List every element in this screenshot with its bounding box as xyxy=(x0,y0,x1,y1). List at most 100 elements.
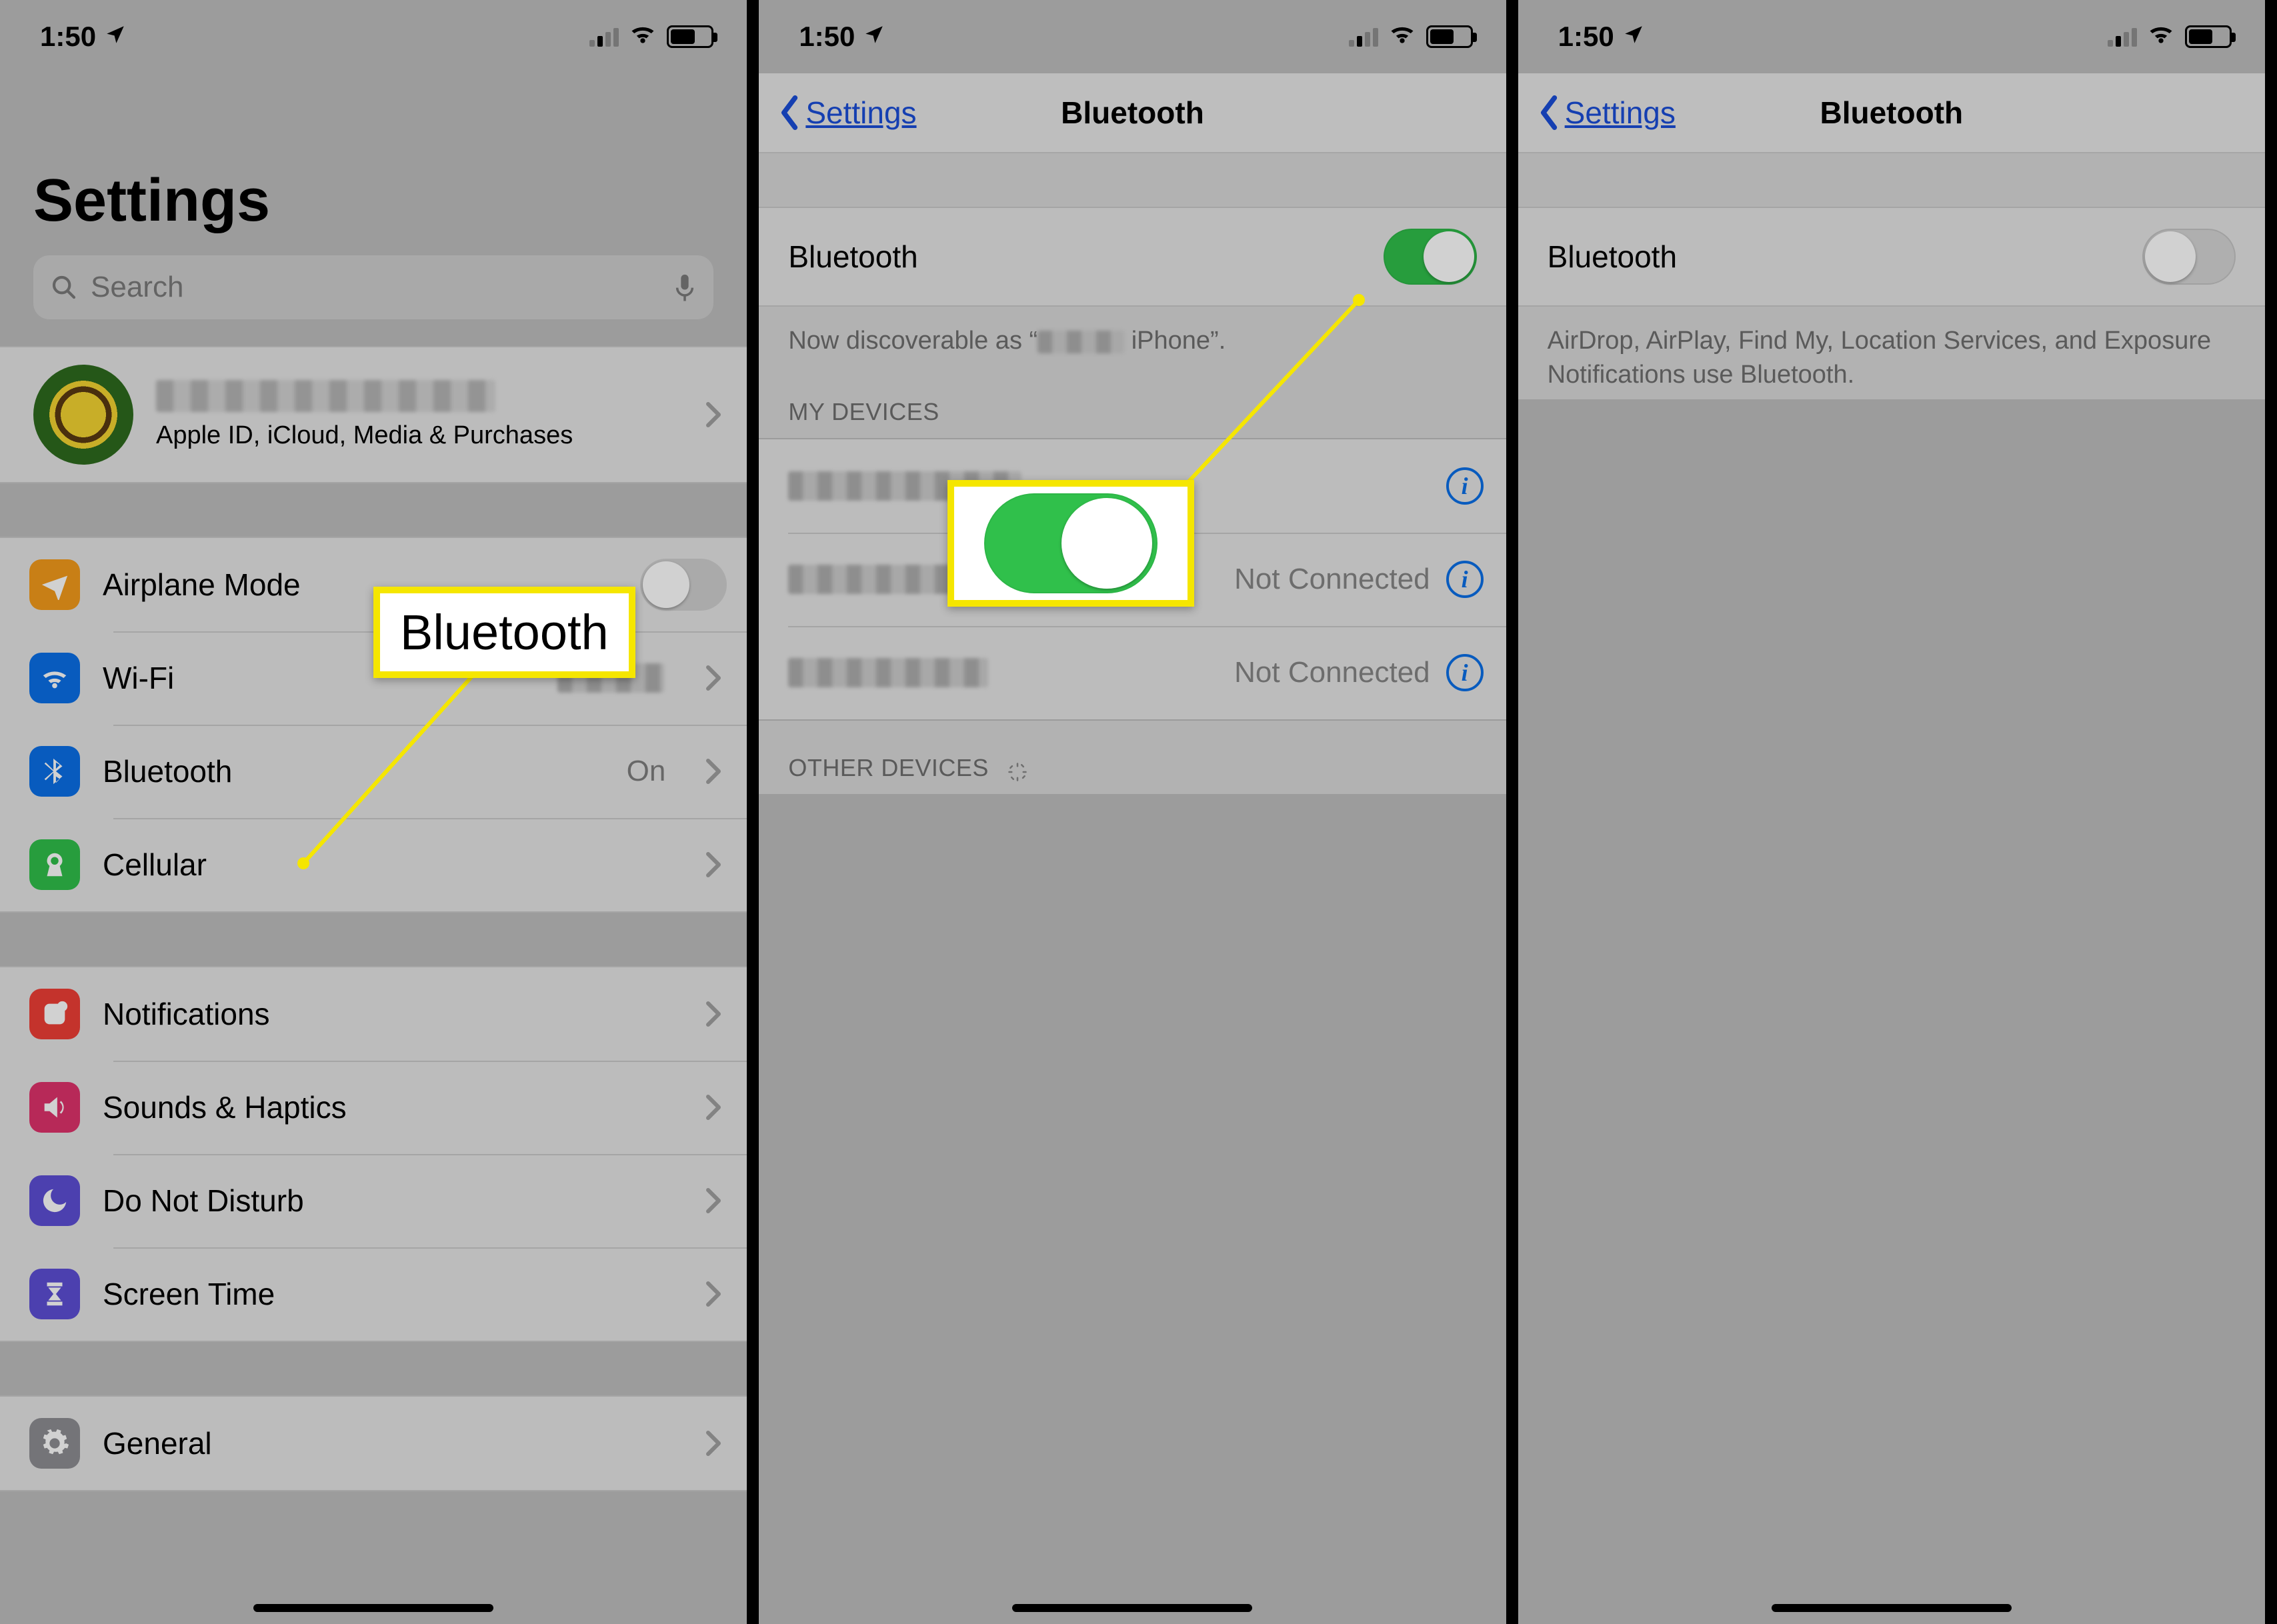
airplane-switch[interactable] xyxy=(640,559,727,611)
nav-bar: Settings Bluetooth xyxy=(759,73,1506,153)
info-icon[interactable]: i xyxy=(1446,654,1484,691)
cellular-icon xyxy=(29,839,80,890)
pane-bluetooth-off: 1:50 Settings Bluetooth Bluetooth AirDro… xyxy=(1518,0,2277,1624)
settings-group-general: General xyxy=(0,1395,747,1491)
content: Bluetooth Now discoverable as “ iPhone”.… xyxy=(759,153,1506,794)
row-cellular[interactable]: Cellular xyxy=(0,818,747,911)
discoverable-note: Now discoverable as “ iPhone”. xyxy=(759,307,1506,365)
avatar xyxy=(33,365,133,465)
wifi-icon xyxy=(628,19,657,55)
battery-icon xyxy=(1426,25,1473,48)
status-bar: 1:50 xyxy=(0,0,747,73)
location-icon xyxy=(863,21,885,53)
chevron-right-icon xyxy=(700,1430,727,1457)
callout-bluetooth-label: Bluetooth xyxy=(373,587,635,678)
home-indicator[interactable] xyxy=(1772,1604,2012,1612)
chevron-right-icon xyxy=(700,1094,727,1121)
bluetooth-off-note: AirDrop, AirPlay, Find My, Location Serv… xyxy=(1518,307,2265,399)
row-label: Cellular xyxy=(103,847,677,883)
my-devices-header: MY DEVICES xyxy=(759,365,1506,438)
row-bluetooth[interactable]: Bluetooth On xyxy=(0,725,747,818)
chevron-right-icon xyxy=(700,1001,727,1027)
back-button[interactable]: Settings xyxy=(779,95,916,131)
bluetooth-value: On xyxy=(627,755,666,788)
switch-on-graphic xyxy=(984,493,1158,593)
chevron-left-icon xyxy=(779,95,801,130)
bluetooth-switch[interactable] xyxy=(2142,229,2236,285)
bluetooth-switch[interactable] xyxy=(1384,229,1477,285)
device-name-redacted xyxy=(788,658,988,687)
row-label: Sounds & Haptics xyxy=(103,1089,677,1125)
status-time: 1:50 xyxy=(1558,21,1614,53)
row-sounds[interactable]: Sounds & Haptics xyxy=(0,1061,747,1154)
gear-icon xyxy=(29,1418,80,1469)
bluetooth-toggle-row: Bluetooth xyxy=(1518,207,2265,307)
pane-bluetooth-on: 1:50 Settings Bluetooth Bluetooth Now di… xyxy=(759,0,1518,1624)
wifi-icon xyxy=(2146,19,2176,55)
search-input[interactable]: Search xyxy=(33,255,713,319)
back-label: Settings xyxy=(1565,95,1676,131)
callout-bluetooth-switch xyxy=(947,480,1194,607)
home-indicator[interactable] xyxy=(253,1604,493,1612)
chevron-right-icon xyxy=(700,401,727,428)
profile-name-redacted xyxy=(156,380,495,412)
row-dnd[interactable]: Do Not Disturb xyxy=(0,1154,747,1247)
row-general[interactable]: General xyxy=(0,1397,747,1490)
bluetooth-icon xyxy=(29,746,80,797)
chevron-right-icon xyxy=(700,1281,727,1307)
row-label: Notifications xyxy=(103,996,677,1032)
pane-settings-root: 1:50 Settings Search Apple ID, xyxy=(0,0,759,1624)
callout-text: Bluetooth xyxy=(400,604,609,661)
screentime-icon xyxy=(29,1269,80,1319)
other-devices-header: OTHER DEVICES xyxy=(759,721,1506,794)
battery-icon xyxy=(667,25,713,48)
status-time: 1:50 xyxy=(799,21,855,53)
row-label: General xyxy=(103,1425,677,1461)
home-indicator[interactable] xyxy=(1012,1604,1252,1612)
chevron-right-icon xyxy=(700,758,727,785)
back-label: Settings xyxy=(805,95,916,131)
content: Bluetooth AirDrop, AirPlay, Find My, Loc… xyxy=(1518,153,2265,399)
wifi-icon xyxy=(1388,19,1417,55)
bluetooth-toggle-row: Bluetooth xyxy=(759,207,1506,307)
bluetooth-toggle-label: Bluetooth xyxy=(1548,239,2142,275)
chevron-right-icon xyxy=(700,665,727,691)
info-icon[interactable]: i xyxy=(1446,467,1484,505)
chevron-right-icon xyxy=(700,1187,727,1214)
row-label: Screen Time xyxy=(103,1276,677,1312)
profile-subtitle: Apple ID, iCloud, Media & Purchases xyxy=(156,421,677,450)
search-icon xyxy=(51,274,77,301)
settings-title: Settings xyxy=(0,73,747,255)
nav-bar: Settings Bluetooth xyxy=(1518,73,2265,153)
info-icon[interactable]: i xyxy=(1446,561,1484,598)
cellular-signal-icon xyxy=(589,27,619,47)
cellular-signal-icon xyxy=(2108,27,2137,47)
device-status: Not Connected xyxy=(1234,656,1430,689)
chevron-left-icon xyxy=(1538,95,1561,130)
cellular-signal-icon xyxy=(1349,27,1378,47)
back-button[interactable]: Settings xyxy=(1538,95,1676,131)
battery-icon xyxy=(2185,25,2232,48)
dnd-icon xyxy=(29,1175,80,1226)
status-time: 1:50 xyxy=(40,21,96,53)
device-name-redacted xyxy=(1037,331,1124,353)
row-screentime[interactable]: Screen Time xyxy=(0,1247,747,1341)
device-row[interactable]: Not Connected i xyxy=(759,626,1506,719)
chevron-right-icon xyxy=(700,851,727,878)
notifications-icon xyxy=(29,989,80,1039)
bluetooth-toggle-label: Bluetooth xyxy=(788,239,1383,275)
spinner-icon xyxy=(1007,760,1027,780)
airplane-icon xyxy=(29,559,80,610)
wifi-settings-icon xyxy=(29,653,80,703)
status-bar: 1:50 xyxy=(1518,0,2265,73)
settings-group-alerts: Notifications Sounds & Haptics Do Not Di… xyxy=(0,966,747,1342)
search-placeholder: Search xyxy=(91,271,660,304)
location-icon xyxy=(1622,21,1645,53)
row-notifications[interactable]: Notifications xyxy=(0,967,747,1061)
apple-id-row[interactable]: Apple ID, iCloud, Media & Purchases xyxy=(0,346,747,483)
sounds-icon xyxy=(29,1082,80,1133)
device-status: Not Connected xyxy=(1234,563,1430,596)
status-bar: 1:50 xyxy=(759,0,1506,73)
row-label: Do Not Disturb xyxy=(103,1183,677,1219)
mic-icon xyxy=(673,273,696,302)
